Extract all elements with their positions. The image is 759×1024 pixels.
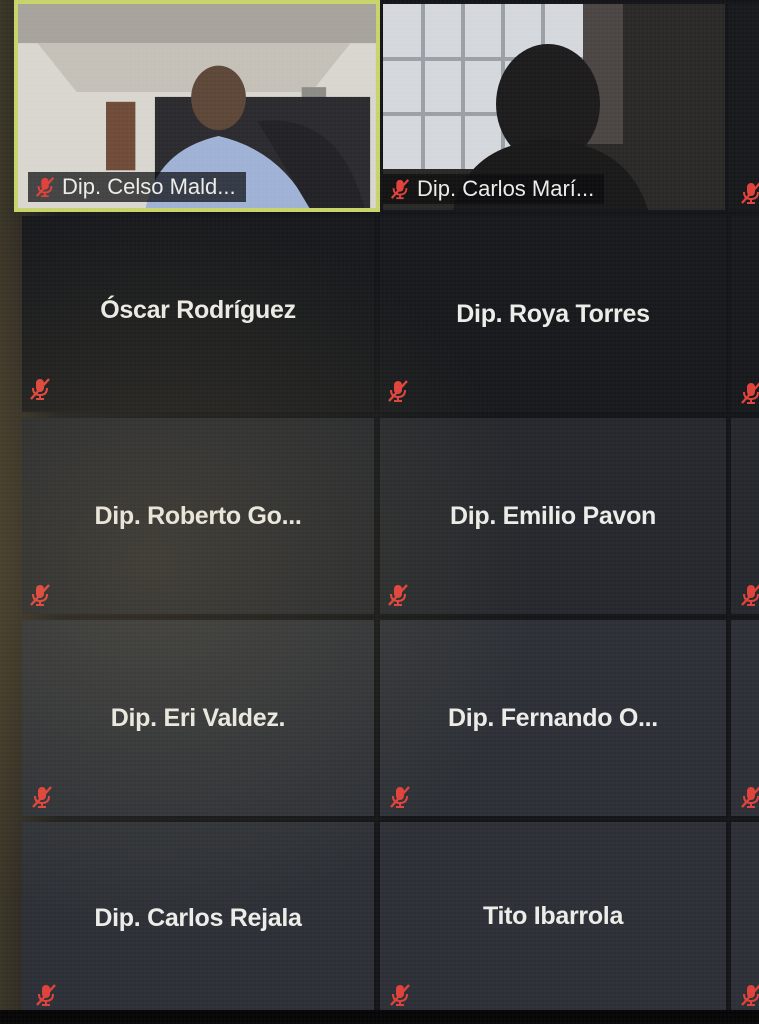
microphone-muted-icon: [29, 377, 51, 401]
participant-tile-partial[interactable]: [731, 216, 759, 412]
microphone-muted-icon: [35, 176, 55, 198]
participant-name-label: Dip. Celso Mald...: [28, 172, 246, 202]
participant-name: Dip. Celso Mald...: [62, 174, 236, 199]
microphone-muted-icon: [389, 785, 411, 809]
participant-name: Dip. Carlos Marí...: [417, 176, 595, 201]
participant-tile[interactable]: Dip. Roberto Go...: [22, 418, 374, 614]
microphone-muted-icon: [740, 381, 759, 405]
participant-name: Óscar Rodríguez: [100, 296, 296, 324]
microphone-muted-icon: [740, 785, 759, 809]
participant-tile[interactable]: Óscar Rodríguez: [22, 216, 374, 412]
participant-tile[interactable]: Dip. Fernando O...: [380, 620, 726, 816]
microphone-muted-icon: [740, 983, 759, 1007]
video-tile-partial[interactable]: [729, 4, 759, 210]
participant-tile[interactable]: Dip. Eri Valdez.: [22, 620, 374, 816]
participant-name: Dip. Emilio Pavon: [449, 502, 657, 530]
meeting-gallery-view: Dip. Celso Mald... Dip. Carlos Marí... Ó…: [0, 0, 759, 1024]
participant-tile[interactable]: Dip. Emilio Pavon: [380, 418, 726, 614]
microphone-muted-icon: [389, 983, 411, 1007]
participant-name: Dip. Fernando O...: [448, 704, 658, 732]
microphone-muted-icon: [31, 785, 53, 809]
screen-bottom-edge: [0, 1010, 759, 1024]
participant-tile-partial[interactable]: [731, 620, 759, 816]
participant-name: Dip. Carlos Rejala: [94, 904, 302, 932]
microphone-muted-icon: [740, 583, 759, 607]
participant-name: Tito Ibarrola: [482, 902, 624, 930]
microphone-muted-icon: [740, 181, 759, 205]
participant-tile-partial[interactable]: [731, 418, 759, 614]
participant-name-label: Dip. Carlos Marí...: [383, 174, 605, 204]
microphone-muted-icon: [387, 583, 409, 607]
video-tile-active-speaker[interactable]: Dip. Celso Mald...: [14, 0, 380, 212]
participant-tile-partial[interactable]: [731, 822, 759, 1010]
microphone-muted-icon: [390, 178, 410, 200]
participant-name: Dip. Roberto Go...: [94, 502, 302, 530]
participant-name: Dip. Roya Torres: [456, 300, 650, 328]
participant-tile[interactable]: Tito Ibarrola: [380, 822, 726, 1010]
microphone-muted-icon: [35, 983, 57, 1007]
participant-name: Dip. Eri Valdez.: [110, 704, 286, 732]
microphone-muted-icon: [387, 379, 409, 403]
participant-tile[interactable]: Dip. Carlos Rejala: [22, 822, 374, 1010]
participant-tile[interactable]: Dip. Roya Torres: [380, 216, 726, 412]
microphone-muted-icon: [29, 583, 51, 607]
video-tile[interactable]: Dip. Carlos Marí...: [383, 4, 725, 210]
